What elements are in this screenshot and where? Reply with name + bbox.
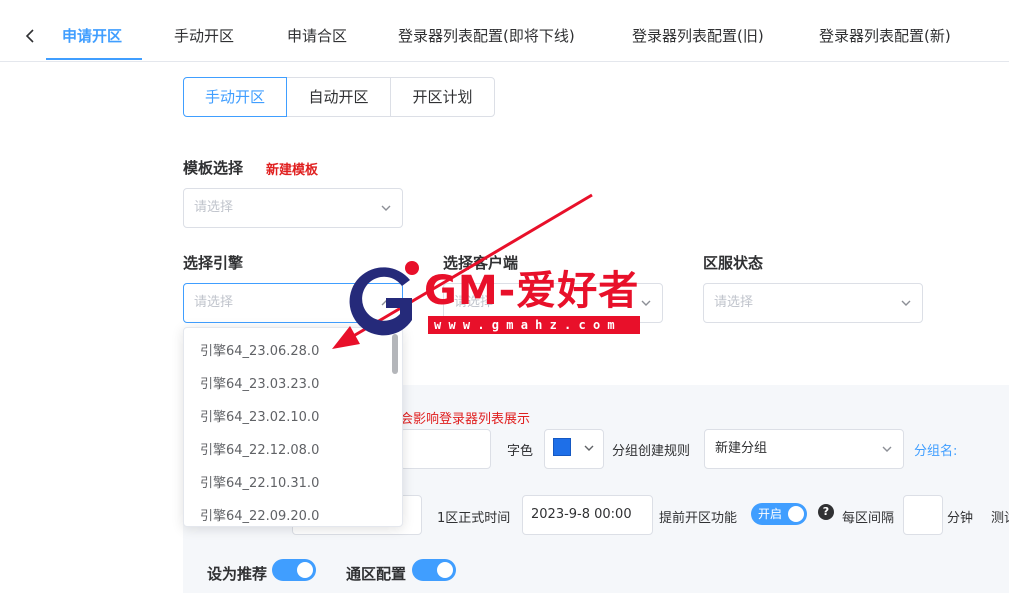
active-tab-indicator <box>46 58 142 60</box>
first-zone-time-label: 1区正式时间 <box>437 511 511 526</box>
mode-manual-button[interactable]: 手动开区 <box>183 77 287 117</box>
engine-option[interactable]: 引擎64_22.12.08.0 <box>184 434 392 467</box>
chevron-down-icon <box>882 446 892 452</box>
engine-option[interactable]: 引擎64_22.09.20.0 <box>184 500 392 526</box>
new-template-link[interactable]: 新建模板 <box>266 159 318 178</box>
interval-unit: 分钟 <box>947 511 974 526</box>
mode-plan-button[interactable]: 开区计划 <box>390 77 495 117</box>
engine-option[interactable]: 引擎64_23.03.23.0 <box>184 368 392 401</box>
chevron-down-icon <box>584 445 594 451</box>
zone-name-input[interactable] <box>400 429 491 469</box>
font-color-label: 字色 <box>507 444 534 459</box>
tab-apply-merge-zone[interactable]: 申请合区 <box>287 10 347 62</box>
engine-label: 选择引擎 <box>183 254 244 272</box>
gm-watermark-logo: GM-爱好者 w w w . g m a h z . c o m <box>340 250 650 350</box>
engine-select-placeholder: 请选择 <box>194 295 234 310</box>
template-select[interactable]: 请选择 <box>183 188 403 228</box>
chevron-down-icon <box>901 300 911 306</box>
first-zone-time-input[interactable]: 2023-9-8 00:00 <box>522 495 653 535</box>
engine-option[interactable]: 引擎64_22.10.31.0 <box>184 467 392 500</box>
group-name-link[interactable]: 分组名: <box>914 440 957 459</box>
early-open-switch-text: 开启 <box>758 507 783 521</box>
cross-config-label: 通区配置 <box>346 565 407 583</box>
early-open-label: 提前开区功能 <box>659 511 738 526</box>
switch-knob <box>788 506 804 522</box>
launcher-list-warning: 会影响登录器列表展示 <box>400 412 531 427</box>
group-rule-select[interactable]: 新建分组 <box>704 429 904 469</box>
tab-manual-open-zone[interactable]: 手动开区 <box>174 10 234 62</box>
recommend-label: 设为推荐 <box>207 565 268 583</box>
interval-label: 每区间隔 <box>842 511 895 526</box>
tab-launcher-list-new[interactable]: 登录器列表配置(新) <box>819 10 951 62</box>
watermark-url: w w w . g m a h z . c o m <box>434 318 615 332</box>
server-status-select-placeholder: 请选择 <box>714 295 754 310</box>
tab-launcher-list-offline[interactable]: 登录器列表配置(即将下线) <box>398 10 575 62</box>
tab-launcher-list-old[interactable]: 登录器列表配置(旧) <box>632 10 764 62</box>
early-open-switch[interactable]: 开启 <box>751 503 807 525</box>
switch-knob <box>437 562 453 578</box>
color-swatch <box>553 438 571 456</box>
watermark-text: GM-爱好者 <box>424 268 640 314</box>
engine-dropdown: 引擎64_23.06.28.0 引擎64_23.03.23.0 引擎64_23.… <box>183 327 403 527</box>
template-label: 模板选择 <box>183 159 244 177</box>
mode-auto-button[interactable]: 自动开区 <box>286 77 391 117</box>
group-rule-label: 分组创建规则 <box>612 444 691 459</box>
test-label: 测试 <box>991 511 1009 526</box>
tab-apply-open-zone[interactable]: 申请开区 <box>62 10 122 62</box>
server-status-select[interactable]: 请选择 <box>703 283 923 323</box>
interval-input[interactable] <box>903 495 943 535</box>
template-select-placeholder: 请选择 <box>194 200 234 215</box>
first-zone-time-value: 2023-9-8 00:00 <box>531 507 632 522</box>
engine-option[interactable]: 引擎64_23.02.10.0 <box>184 401 392 434</box>
top-tab-bar: 申请开区 手动开区 申请合区 登录器列表配置(即将下线) 登录器列表配置(旧) … <box>0 10 1009 62</box>
cross-config-switch[interactable] <box>412 559 456 581</box>
tabs-scroll-left-icon[interactable] <box>18 24 42 48</box>
server-status-label: 区服状态 <box>703 254 764 272</box>
switch-knob <box>297 562 313 578</box>
font-color-picker[interactable] <box>544 429 604 469</box>
chevron-down-icon <box>381 205 391 211</box>
app-page: 申请开区 手动开区 申请合区 登录器列表配置(即将下线) 登录器列表配置(旧) … <box>0 0 1009 593</box>
group-rule-value: 新建分组 <box>715 441 768 456</box>
help-icon[interactable]: ? <box>818 504 834 520</box>
recommend-switch[interactable] <box>272 559 316 581</box>
